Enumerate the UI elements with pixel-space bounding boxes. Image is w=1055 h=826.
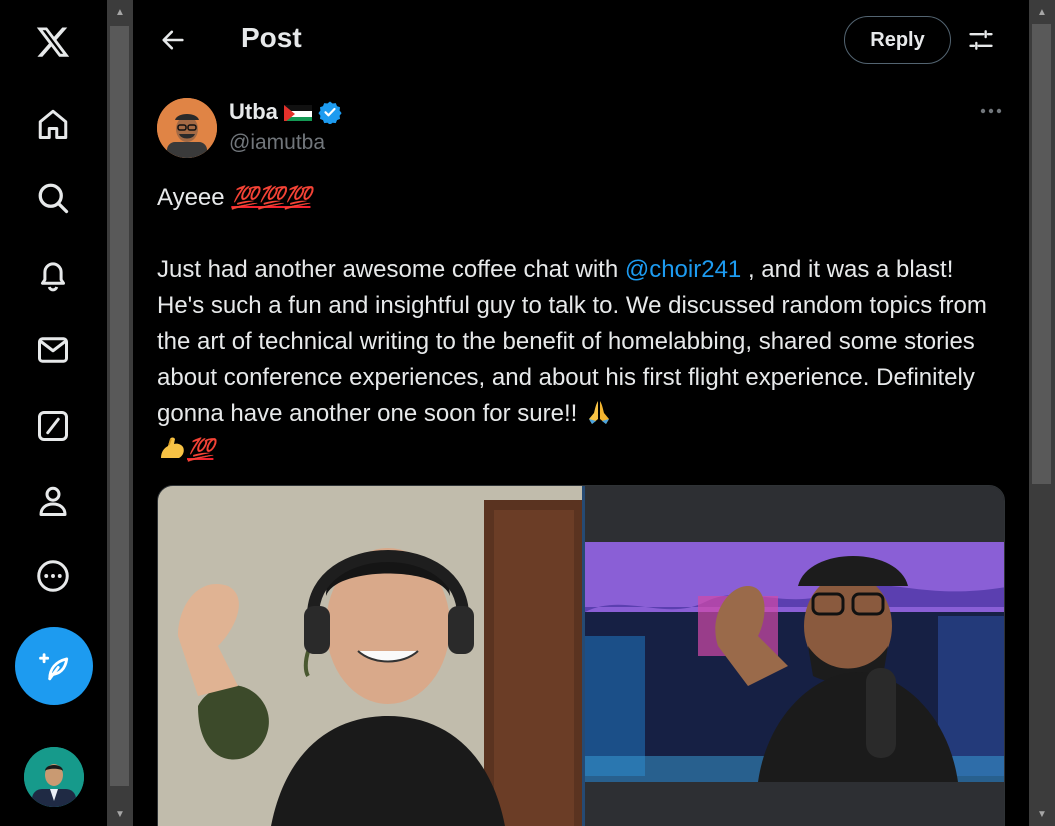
folded-hands-emoji-icon (588, 401, 609, 424)
post-text: Ayeee 💯💯💯 Just had another awesome coffe… (157, 180, 1007, 468)
verified-badge-icon (318, 101, 342, 124)
filter-settings-button[interactable] (963, 22, 999, 58)
more-icon[interactable] (33, 556, 73, 596)
palestine-flag-icon (283, 103, 312, 121)
back-button[interactable] (155, 22, 191, 58)
scroll-down-arrow-icon[interactable]: ▼ (107, 804, 133, 824)
scroll-down-arrow-icon[interactable]: ▼ (1029, 804, 1055, 824)
hundred-points-emoji: 💯💯💯 (231, 185, 311, 210)
x-logo-icon[interactable] (33, 22, 73, 62)
author-avatar[interactable] (157, 98, 217, 158)
post-detail-panel: Post Reply Utba @iamutba Ayeee 💯💯💯 Just … (133, 0, 1029, 826)
scrollbar-thumb[interactable] (1032, 24, 1051, 484)
account-avatar[interactable] (24, 747, 84, 807)
sliders-icon (969, 30, 993, 50)
left-scrollbar[interactable]: ▲ ▼ (107, 0, 133, 826)
post-line1: Ayeee (157, 184, 232, 211)
compose-icon (39, 653, 69, 681)
messages-icon[interactable] (33, 330, 73, 370)
post-options-button[interactable] (978, 96, 1004, 126)
post-body-start: Just had another awesome coffee chat wit… (157, 256, 625, 283)
home-icon[interactable] (33, 104, 73, 144)
scrollbar-thumb[interactable] (110, 26, 129, 786)
scroll-up-arrow-icon[interactable]: ▲ (107, 2, 133, 22)
more-horizontal-icon (980, 108, 1002, 114)
author-handle[interactable]: @iamutba (229, 131, 325, 155)
left-navigation (0, 0, 107, 826)
right-scrollbar[interactable]: ▲ ▼ (1029, 0, 1055, 826)
video-call-screenshot (158, 486, 1004, 826)
author-display-name: Utba (229, 99, 278, 124)
author-name[interactable]: Utba (229, 99, 342, 125)
profile-icon[interactable] (33, 481, 73, 521)
post-media-image[interactable] (157, 485, 1005, 826)
mention-link[interactable]: @choir241 (625, 256, 741, 283)
notifications-icon[interactable] (33, 255, 73, 295)
grok-icon[interactable] (33, 406, 73, 446)
page-title: Post (241, 22, 302, 53)
flexed-biceps-emoji-icon (161, 437, 184, 458)
search-icon[interactable] (33, 178, 73, 218)
scroll-up-arrow-icon[interactable]: ▲ (1029, 2, 1055, 22)
compose-button[interactable] (15, 627, 93, 705)
reply-button[interactable]: Reply (844, 16, 951, 64)
hundred-points-emoji-end: 💯 (187, 437, 214, 462)
back-arrow-icon (162, 30, 184, 50)
